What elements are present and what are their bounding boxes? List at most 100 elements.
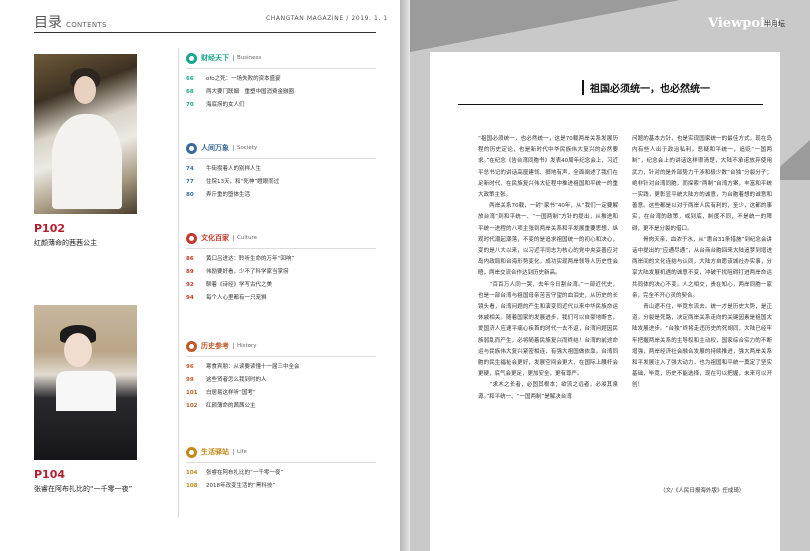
toc-entry[interactable]: 77 住院13天，和“死神”瞪眼而过 (186, 176, 376, 189)
photo-face-shape (74, 76, 96, 104)
toc-entry-title: 寒食宾朋：从读要读懂十一届三中全会 (206, 364, 300, 370)
magazine-issue: CHANGTAN MAGAZINE / 2019. 1. 1 (266, 15, 388, 22)
column-divider (178, 48, 179, 518)
toc-entry-page: 101 (186, 390, 198, 396)
toc-entry[interactable]: 80 弄斤重的堕体生活 (186, 189, 376, 202)
feature-photo-sisi (34, 54, 137, 214)
section-rule (186, 68, 376, 69)
contents-page: 目录 CONTENTS CHANGTAN MAGAZINE / 2019. 1.… (0, 0, 400, 551)
section-rule (186, 356, 376, 357)
toc-entry[interactable]: 104 张睿在阿布扎比的“一千零一夜” (186, 467, 376, 480)
photo-dress-shape (52, 114, 122, 209)
section-header: 文化百家 Culture (186, 232, 376, 244)
section-circle-icon (186, 340, 197, 352)
toc-section: 历史参考 History 96 寒食宾朋：从读要读懂十一届三中全会 99 这些贤者怎么我到… (186, 340, 376, 413)
toc-entry[interactable]: 86 黄口吕进达：聆听生命的万年“回响” (186, 253, 376, 266)
toc-entry-page: 77 (186, 179, 194, 185)
toc-entry-page: 104 (186, 470, 198, 476)
toc-entry-page: 66 (186, 76, 194, 82)
section-header: 历史参考 History (186, 340, 376, 352)
toc-entry[interactable]: 70 海底捞的女人们 (186, 99, 376, 112)
toc-entry-page: 108 (186, 483, 198, 489)
toc-entry-page: 70 (186, 102, 194, 108)
toc-entry-page: 92 (186, 282, 194, 288)
toc-entry-title: 黄口吕进达：聆听生命的万年“回响” (206, 256, 295, 262)
toc-entry-title: 两大要门联姻 重塑中国消费金融圈 (206, 89, 295, 95)
toc-entry-title: 伟励要好看，少不了科学家当掌捞 (206, 269, 289, 275)
toc-section: 人间万象 Society 74 牛街攒着人的别样人生 77 住院13天，和“死神”瞪眼而过… (186, 142, 376, 202)
toc-entry-page: 102 (186, 403, 198, 409)
section-header: 人间万象 Society (186, 142, 376, 154)
toc-entry[interactable]: 101 白居易这样听“国考” (186, 387, 376, 400)
feature-caption: 红颜薄命的茜茜公主 (34, 239, 97, 247)
section-header: 财经天下 Business (186, 52, 376, 64)
toc-entry-title: 弄斤重的堕体生活 (206, 192, 251, 198)
section-rule (186, 158, 376, 159)
feature-page-number: P102 (34, 222, 66, 235)
toc-entry-title: 每个人心里都有一只宠狮 (206, 295, 267, 301)
toc-entry[interactable]: 66 ofo之死：一场失败的资本盛宴 (186, 73, 376, 86)
toc-entry-title: 白居易这样听“国考” (206, 390, 256, 396)
toc-entry[interactable]: 108 2018年改变生活的“黑科技” (186, 480, 376, 493)
toc-entry-title: 2018年改变生活的“黑科技” (206, 483, 276, 489)
article-page: Viewpoint 半月坛 祖国必须统一，也必然统一 “祖国必须统一，也必然统一… (410, 0, 810, 551)
toc-entry-page: 86 (186, 256, 194, 262)
toc-entry-title: 这些贤者怎么我到时的人 (206, 377, 267, 383)
article-column-right: 问题的基本方针，也是实现国家统一的最佳方式，现在岛内有些人出于政治私利，恶疑和平… (632, 136, 772, 389)
section-title-en: Culture (233, 235, 257, 241)
toc-section: 财经天下 Business 66 ofo之死：一场失败的资本盛宴 68 两大要门联姻 重塑… (186, 52, 376, 112)
article-source: （文/《人民日报海外版》任成琦） (660, 488, 745, 494)
section-circle-icon (186, 142, 197, 154)
toc-entry-page: 80 (186, 192, 194, 198)
section-title-en: Business (233, 55, 261, 61)
viewpoint-subtitle: 半月坛 (764, 20, 785, 28)
header-rule (34, 32, 376, 33)
section-title: 生活驿站 (201, 448, 229, 456)
toc-entry[interactable]: 68 两大要门联姻 重塑中国消费金融圈 (186, 86, 376, 99)
toc-title: 目录 (34, 15, 62, 31)
toc-entry-page: 89 (186, 269, 194, 275)
toc-entry[interactable]: 94 每个人心里都有一只宠狮 (186, 292, 376, 305)
toc-entry[interactable]: 89 伟励要好看，少不了科学家当掌捞 (186, 266, 376, 279)
section-title-en: Society (233, 145, 257, 151)
section-title: 历史参考 (201, 342, 229, 350)
toc-section: 生活驿站 Life 104 张睿在阿布扎比的“一千零一夜” 108 2018年改变生活的“… (186, 446, 376, 493)
section-title-en: Life (233, 449, 247, 455)
feature-photo-zhangrui (34, 305, 137, 460)
section-title: 财经天下 (201, 54, 229, 62)
toc-entry-page: 74 (186, 166, 194, 172)
toc-entry-page: 94 (186, 295, 194, 301)
section-circle-icon (186, 232, 197, 244)
toc-entry[interactable]: 74 牛街攒着人的别样人生 (186, 163, 376, 176)
feature-caption: 张睿在阿布扎比的“一千零一夜” (34, 485, 133, 493)
photo-face-shape (64, 333, 92, 367)
toc-entry-title: 住院13天，和“死神”瞪眼而过 (206, 179, 280, 185)
toc-entry-page: 99 (186, 377, 194, 383)
section-circle-icon (186, 446, 197, 458)
photo-shirt-shape (56, 371, 116, 411)
page-gutter (400, 0, 410, 551)
toc-header: 目录 CONTENTS (34, 12, 107, 32)
section-rule (186, 462, 376, 463)
toc-entry-title: 张睿在阿布扎比的“一千零一夜” (206, 470, 284, 476)
toc-entry-title: 海底捞的女人们 (206, 102, 245, 108)
article-title: 祖国必须统一，也必然统一 (582, 80, 710, 95)
toc-entry-title: 牛街攒着人的别样人生 (206, 166, 262, 172)
toc-entry-title: 聊着《诗经》学写古代之美 (206, 282, 273, 288)
section-rule (186, 248, 376, 249)
toc-entry-title: 红颜薄命的茜茜公主 (206, 403, 256, 409)
feature-page-number: P104 (34, 468, 66, 481)
toc-entry-page: 68 (186, 89, 194, 95)
toc-entry[interactable]: 92 聊着《诗经》学写古代之美 (186, 279, 376, 292)
corner-triangle (410, 0, 680, 52)
section-title: 人间万象 (201, 144, 229, 152)
toc-entry-title: ofo之死：一场失败的资本盛宴 (206, 76, 281, 82)
section-header: 生活驿站 Life (186, 446, 376, 458)
toc-section: 文化百家 Culture 86 黄口吕进达：聆听生命的万年“回响” 89 伟励要好看，少不… (186, 232, 376, 305)
article-column-left: “祖国必须统一，也必然统一，这是70载两岸关系发展历程的历史定论，也是新时代中华… (478, 136, 618, 400)
section-title-en: History (233, 343, 257, 349)
toc-title-en: CONTENTS (66, 21, 107, 29)
toc-entry[interactable]: 99 这些贤者怎么我到时的人 (186, 374, 376, 387)
toc-entry[interactable]: 96 寒食宾朋：从读要读懂十一届三中全会 (186, 361, 376, 374)
toc-entry[interactable]: 102 红颜薄命的茜茜公主 (186, 400, 376, 413)
